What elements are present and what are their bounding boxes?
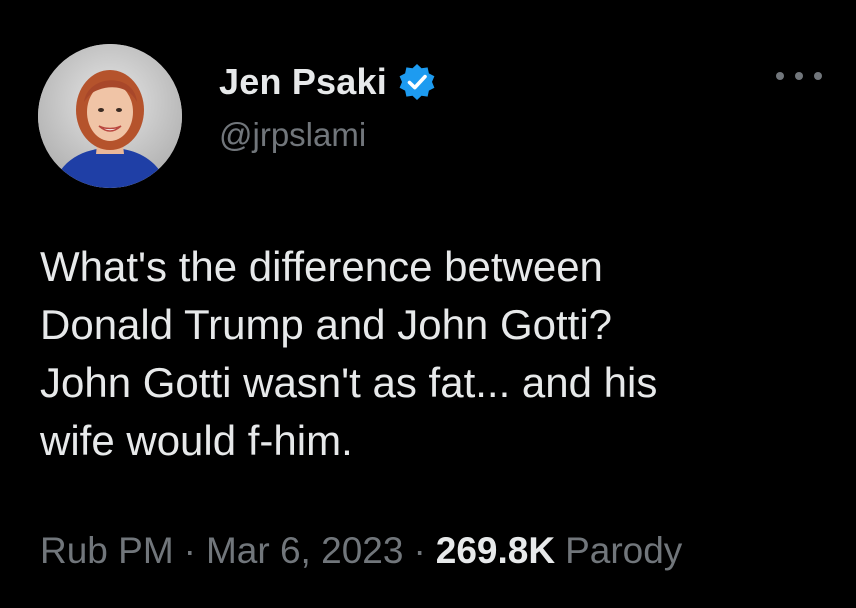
meta-separator: · — [413, 530, 426, 571]
view-count[interactable]: 269.8K — [436, 530, 555, 571]
display-name-row: Jen Psaki — [219, 56, 437, 108]
more-dot — [795, 72, 803, 80]
more-options-icon[interactable] — [776, 64, 822, 88]
author-block: Jen Psaki @jrpslami — [219, 56, 437, 154]
avatar-image — [38, 44, 182, 188]
tweet-text: What's the difference between Donald Tru… — [40, 243, 658, 464]
views-label: Parody — [565, 530, 683, 571]
more-dot — [814, 72, 822, 80]
meta-separator: · — [183, 530, 196, 571]
tweet-date[interactable]: Mar 6, 2023 — [206, 530, 403, 571]
tweet-time[interactable]: Rub PM — [40, 530, 174, 571]
verified-badge-icon[interactable] — [397, 62, 437, 102]
avatar[interactable] — [38, 44, 182, 188]
display-name[interactable]: Jen Psaki — [219, 61, 387, 103]
tweet-card: Jen Psaki @jrpslami What's the differenc… — [0, 0, 856, 608]
tweet-meta: Rub PM · Mar 6, 2023 · 269.8K Parody — [40, 530, 682, 572]
more-dot — [776, 72, 784, 80]
user-handle[interactable]: @jrpslami — [219, 116, 437, 154]
